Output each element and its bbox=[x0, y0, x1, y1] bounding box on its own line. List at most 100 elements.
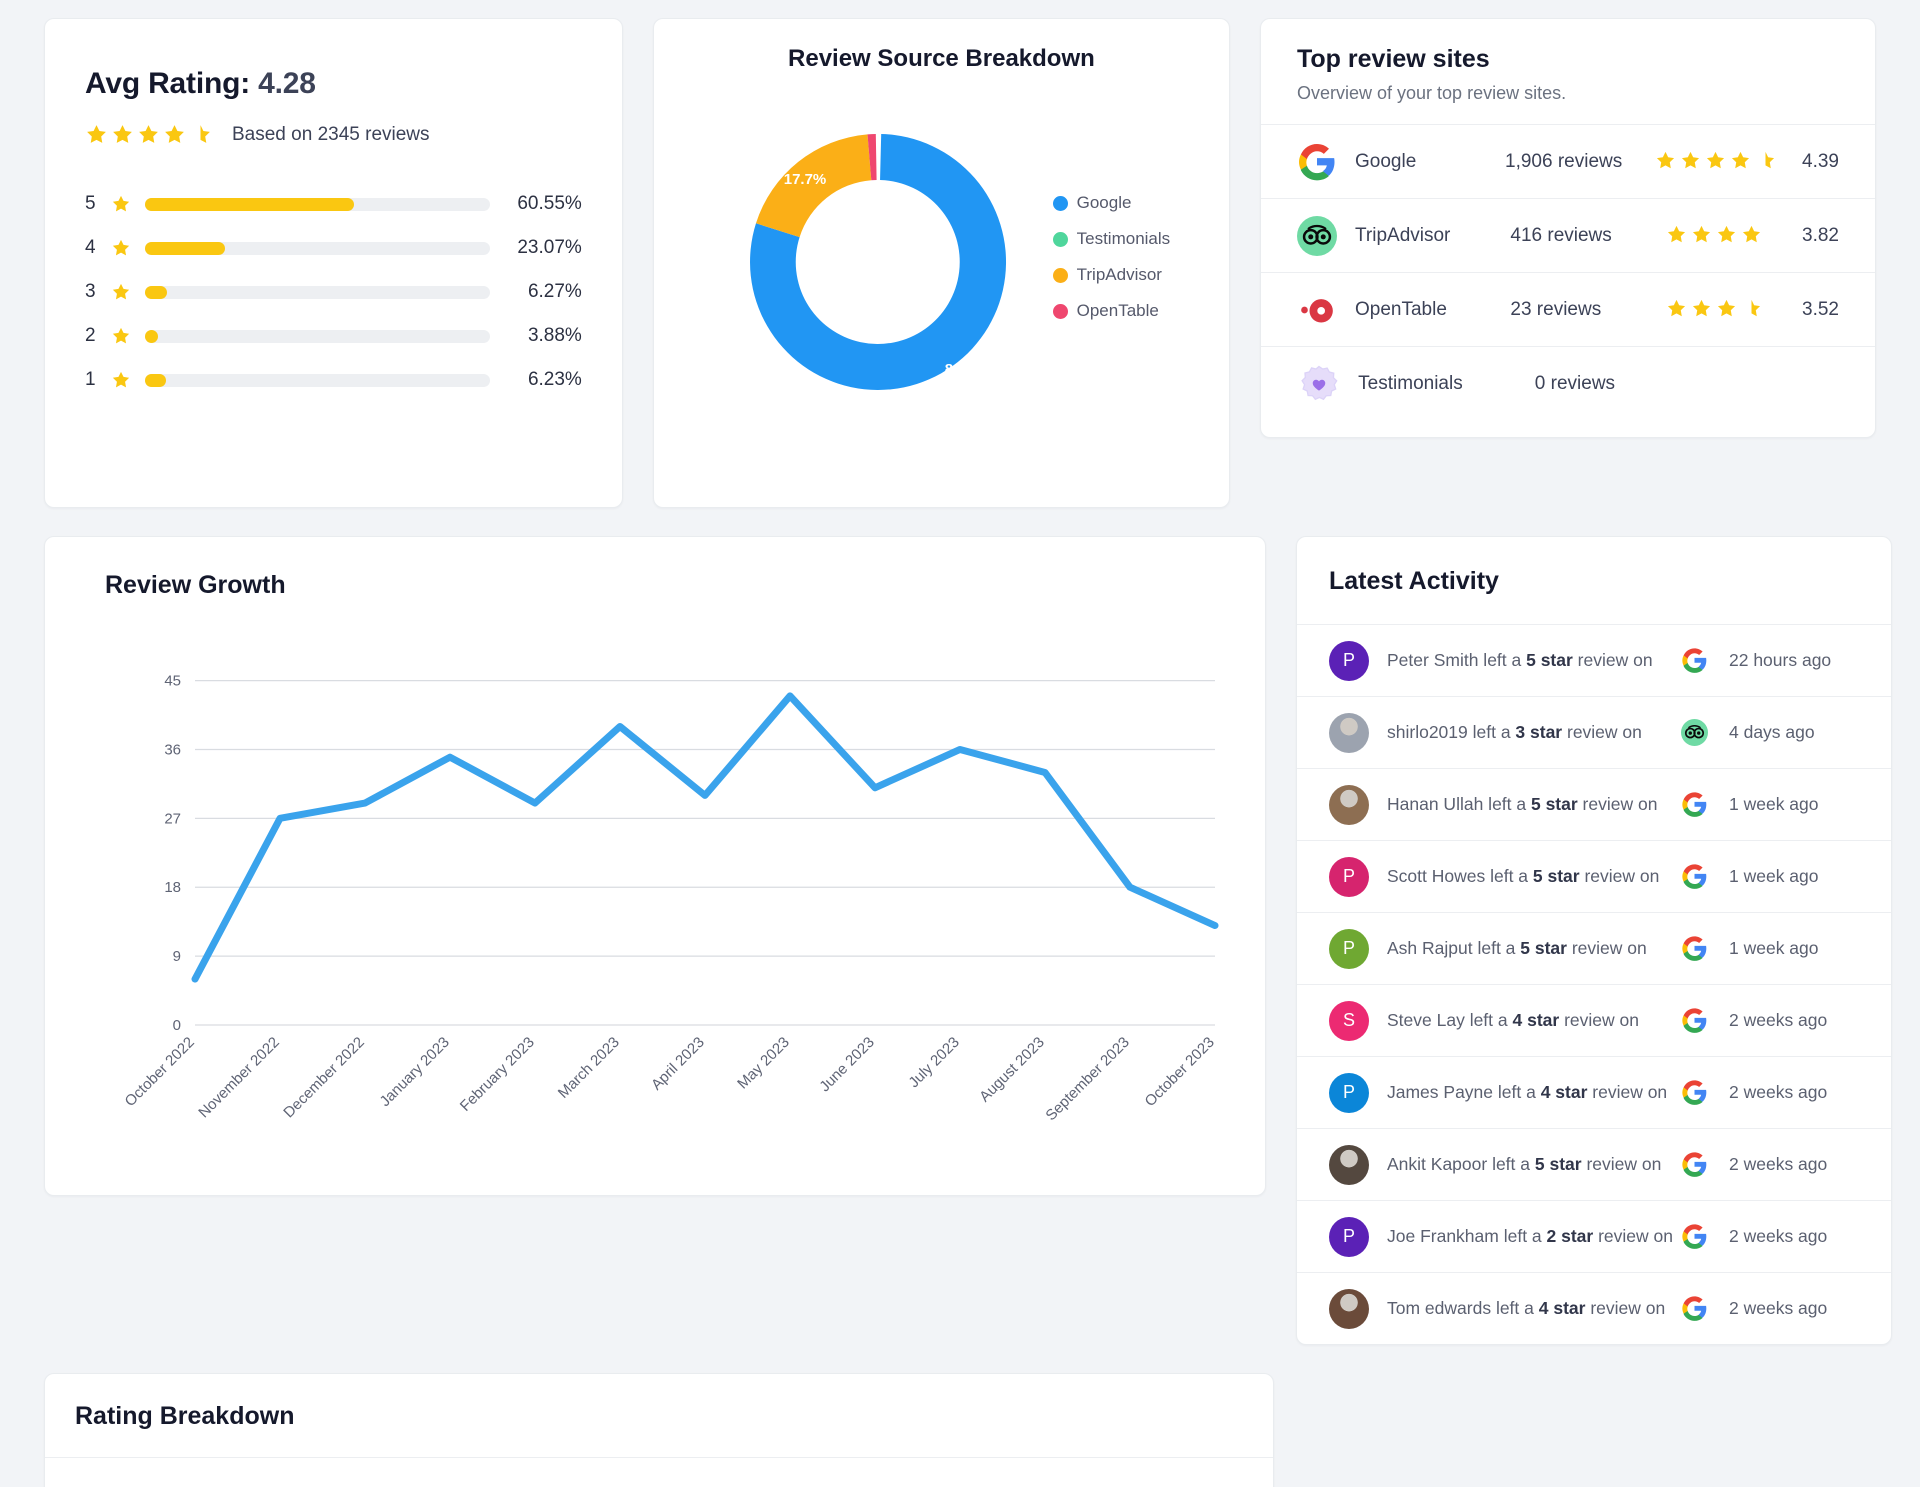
star-icon bbox=[137, 123, 160, 146]
rating-breakdown-body: 4.39 1906 reviews 564.27%422.61%35.51%22… bbox=[45, 1457, 1273, 1487]
x-tick-label: September 2023 bbox=[1042, 1034, 1132, 1124]
x-tick-label: November 2022 bbox=[195, 1034, 282, 1121]
review-source-card: Review Source Breakdown 81.3% 17.7% Goog… bbox=[652, 18, 1230, 508]
top-site-stars bbox=[1666, 298, 1778, 321]
activity-mid-a: left a bbox=[1464, 1010, 1513, 1030]
activity-mid-a: left a bbox=[1491, 1298, 1539, 1318]
activity-timestamp: 4 days ago bbox=[1729, 722, 1815, 742]
x-tick-label: May 2023 bbox=[734, 1034, 793, 1093]
avg-rating-subrow: Based on 2345 reviews bbox=[85, 123, 582, 146]
top-review-sites-card: Top review sites Overview of your top re… bbox=[1260, 18, 1876, 438]
activity-timestamp: 22 hours ago bbox=[1729, 650, 1832, 670]
legend-label: TripAdvisor bbox=[1076, 265, 1162, 284]
x-tick-label: February 2023 bbox=[457, 1034, 538, 1115]
star-icon bbox=[1730, 150, 1753, 173]
star-icon bbox=[111, 282, 145, 302]
top-site-review-count: 1,906 reviews bbox=[1505, 150, 1623, 172]
avg-rating-value: 4.28 bbox=[258, 67, 316, 100]
activity-row[interactable]: shirlo2019 left a 3 star review on 4 day… bbox=[1297, 696, 1891, 768]
google-logo-icon bbox=[1681, 1224, 1706, 1249]
distribution-row: 3 6.27% bbox=[85, 270, 582, 314]
activity-stars-text: 5 star bbox=[1530, 794, 1578, 814]
avatar-initial: P bbox=[1342, 938, 1355, 958]
top-site-review-count: 23 reviews bbox=[1510, 298, 1602, 320]
top-site-row[interactable]: OpenTable 23 reviews 3.52 bbox=[1261, 272, 1875, 346]
activity-row[interactable]: P James Payne left a 4 star review on 2 w… bbox=[1297, 1056, 1891, 1128]
distribution-percent: 60.55% bbox=[517, 193, 582, 214]
activity-mid-b: review on bbox=[1562, 722, 1642, 742]
avatar-initial: P bbox=[1342, 866, 1355, 886]
activity-row[interactable]: S Steve Lay left a 4 star review on 2 wee… bbox=[1297, 984, 1891, 1056]
activity-mid-b: review on bbox=[1566, 938, 1647, 958]
top-site-rating: 4.39 bbox=[1802, 150, 1839, 172]
legend-item[interactable]: Testimonials bbox=[1052, 229, 1170, 249]
top-site-row[interactable]: TripAdvisor 416 reviews 3.82 bbox=[1261, 198, 1875, 272]
x-tick-label: July 2023 bbox=[905, 1034, 962, 1091]
distribution-percent: 6.23% bbox=[527, 369, 582, 390]
row-growth-activity: Review Growth 0 9 18 27 36 45 October 2022 Nov… bbox=[44, 536, 1892, 1345]
activity-mid-b: review on bbox=[1559, 1010, 1639, 1030]
legend-item[interactable]: OpenTable bbox=[1052, 301, 1171, 321]
avatar-initial: P bbox=[1342, 650, 1355, 670]
google-logo-icon bbox=[1681, 1008, 1706, 1033]
star-icon bbox=[1755, 150, 1778, 173]
activity-row[interactable]: Hanan Ullah left a 5 star review on 1 we… bbox=[1297, 768, 1891, 840]
google-logo-icon bbox=[1681, 936, 1706, 961]
activity-stars-text: 5 star bbox=[1534, 1154, 1582, 1174]
growth-line-series[interactable] bbox=[191, 692, 1219, 983]
activity-row[interactable]: P Joe Frankham left a 2 star review on 2 … bbox=[1297, 1200, 1891, 1272]
activity-mid-a: left a bbox=[1487, 1154, 1535, 1174]
distribution-track bbox=[145, 329, 490, 343]
star-icon bbox=[1666, 224, 1689, 247]
star-icon bbox=[1655, 150, 1678, 173]
distribution-track bbox=[145, 197, 490, 211]
activity-mid-a: left a bbox=[1478, 650, 1527, 670]
review-growth-card: Review Growth 0 9 18 27 36 45 October 2022 Nov… bbox=[44, 536, 1266, 1196]
star-icon bbox=[1666, 298, 1689, 321]
avg-rating-based-on: Based on 2345 reviews bbox=[232, 123, 430, 145]
activity-row[interactable]: P Scott Howes left a 5 star review on 1 w… bbox=[1297, 840, 1891, 912]
review-source-title: Review Source Breakdown bbox=[788, 45, 1095, 72]
y-tick-label: 27 bbox=[164, 810, 181, 827]
top-site-row[interactable]: Google 1,906 reviews 4.39 bbox=[1261, 124, 1875, 198]
legend-item[interactable]: TripAdvisor bbox=[1052, 265, 1171, 285]
activity-mid-b: review on bbox=[1579, 866, 1660, 886]
avatar: S bbox=[1329, 1000, 1369, 1041]
activity-stars-text: 4 star bbox=[1538, 1298, 1586, 1318]
top-sites-header: Top review sites Overview of your top re… bbox=[1261, 19, 1875, 124]
activity-mid-a: left a bbox=[1483, 794, 1531, 814]
activity-timestamp: 1 week ago bbox=[1729, 794, 1819, 814]
activity-row[interactable]: Ankit Kapoor left a 5 star review on 2 w… bbox=[1297, 1128, 1891, 1200]
star-icon bbox=[1716, 224, 1739, 247]
activity-source-icon bbox=[1673, 1223, 1715, 1250]
avatar-initial: S bbox=[1342, 1010, 1355, 1030]
legend-color-dot bbox=[1052, 303, 1068, 319]
top-site-rating: 3.82 bbox=[1802, 224, 1839, 246]
activity-timestamp: 2 weeks ago bbox=[1729, 1010, 1828, 1030]
activity-text: Ankit Kapoor left a 5 star review on bbox=[1387, 1154, 1673, 1175]
activity-user: Joe Frankham bbox=[1387, 1226, 1499, 1246]
activity-row[interactable]: P Ash Rajput left a 5 star review on 1 we… bbox=[1297, 912, 1891, 984]
legend-item[interactable]: Google bbox=[1052, 193, 1171, 213]
activity-mid-b: review on bbox=[1587, 1082, 1668, 1102]
activity-stars-text: 3 star bbox=[1515, 722, 1563, 742]
top-site-row[interactable]: Testimonials 0 reviews bbox=[1261, 346, 1875, 420]
distribution-track bbox=[145, 241, 490, 255]
avatar: P bbox=[1329, 856, 1369, 897]
activity-mid-a: left a bbox=[1493, 1082, 1541, 1102]
activity-row[interactable]: P Peter Smith left a 5 star review on 22 … bbox=[1297, 624, 1891, 696]
activity-mid-b: review on bbox=[1581, 1154, 1662, 1174]
activity-mid-a: left a bbox=[1498, 1226, 1547, 1246]
google-logo-icon bbox=[1681, 1152, 1706, 1177]
x-tick-label: June 2023 bbox=[816, 1034, 878, 1096]
donut-chart: 81.3% 17.7% bbox=[749, 134, 1006, 390]
activity-row[interactable]: Tom edwards left a 4 star review on 2 we… bbox=[1297, 1272, 1891, 1344]
star-icon bbox=[1680, 150, 1703, 173]
star-icon bbox=[111, 238, 145, 258]
activity-text: shirlo2019 left a 3 star review on bbox=[1387, 722, 1673, 743]
google-logo-icon bbox=[1681, 864, 1706, 889]
activity-mid-b: review on bbox=[1577, 794, 1658, 814]
top-site-review-count: 0 reviews bbox=[1534, 372, 1616, 394]
activity-user: Peter Smith bbox=[1387, 650, 1479, 670]
row-summary: Avg Rating: 4.28 Based on 2345 reviews 5… bbox=[44, 18, 1876, 508]
